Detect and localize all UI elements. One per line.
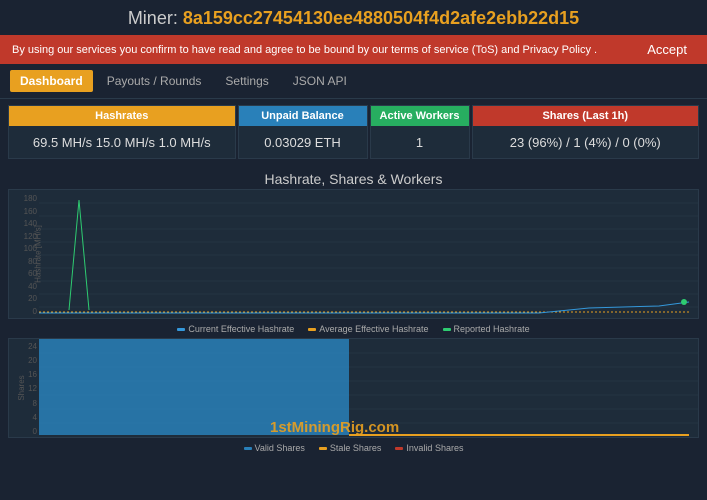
nav-settings[interactable]: Settings	[215, 70, 278, 92]
shares-value: 23 (96%) / 1 (4%) / 0 (0%)	[473, 126, 699, 158]
shares-svg	[39, 339, 698, 439]
hashrates-card: Hashrates 69.5 MH/s 15.0 MH/s 1.0 MH/s	[8, 105, 236, 159]
hashrates-value: 69.5 MH/s 15.0 MH/s 1.0 MH/s	[9, 126, 235, 158]
legend-label-invalid: Invalid Shares	[406, 443, 463, 453]
legend-valid: Valid Shares	[244, 443, 305, 453]
legend-current: Current Effective Hashrate	[177, 324, 294, 334]
hashrate-chart: 180 160 140 120 100 80 60 40 20 0	[8, 189, 699, 319]
legend-dot-current	[177, 328, 185, 331]
legend-label-reported: Reported Hashrate	[454, 324, 530, 334]
legend-average: Average Effective Hashrate	[308, 324, 428, 334]
shares-card: Shares (Last 1h) 23 (96%) / 1 (4%) / 0 (…	[472, 105, 700, 159]
header: Miner: 8a159cc27454130ee4880504f4d2afe2e…	[0, 0, 707, 35]
legend-dot-reported	[443, 328, 451, 331]
y-axis-label-hashrate: Hashrate [MH/s]	[33, 225, 42, 283]
hashrates-label: Hashrates	[9, 106, 235, 126]
nav-json-api[interactable]: JSON API	[283, 70, 357, 92]
legend-label-valid: Valid Shares	[255, 443, 305, 453]
legend-dot-valid	[244, 447, 252, 450]
legend-dot-invalid	[395, 447, 403, 450]
workers-value: 1	[371, 126, 469, 158]
stats-row: Hashrates 69.5 MH/s 15.0 MH/s 1.0 MH/s U…	[0, 99, 707, 165]
legend-invalid: Invalid Shares	[395, 443, 463, 453]
tos-bar: By using our services you confirm to hav…	[0, 35, 707, 64]
workers-card: Active Workers 1	[370, 105, 470, 159]
shares-label: Shares (Last 1h)	[473, 106, 699, 126]
chart1-wrapper: 1stMiningRig.com 180 160 140 120 100 80 …	[0, 189, 707, 319]
nav-dashboard[interactable]: Dashboard	[10, 70, 93, 92]
legend-dot-average	[308, 328, 316, 331]
legend-label-current: Current Effective Hashrate	[188, 324, 294, 334]
hashrate-svg	[39, 190, 698, 320]
unpaid-value: 0.03029 ETH	[239, 126, 367, 158]
miner-hash: 8a159cc27454130ee4880504f4d2afe2ebb22d15	[183, 8, 579, 28]
legend-dot-stale	[319, 447, 327, 450]
unpaid-label: Unpaid Balance	[239, 106, 367, 126]
chart2-wrapper: 24 20 16 12 8 4 0 Shares	[0, 336, 707, 438]
legend-stale: Stale Shares	[319, 443, 382, 453]
legend-label-average: Average Effective Hashrate	[319, 324, 428, 334]
hashrate-legend: Current Effective Hashrate Average Effec…	[0, 322, 707, 336]
chart-title: Hashrate, Shares & Workers	[0, 165, 707, 189]
navbar: Dashboard Payouts / Rounds Settings JSON…	[0, 64, 707, 99]
miner-label: Miner:	[128, 8, 183, 28]
shares-chart: 24 20 16 12 8 4 0 Shares	[8, 338, 699, 438]
unpaid-card: Unpaid Balance 0.03029 ETH	[238, 105, 368, 159]
shares-legend: Valid Shares Stale Shares Invalid Shares	[0, 441, 707, 455]
workers-label: Active Workers	[371, 106, 469, 126]
page-title: Miner: 8a159cc27454130ee4880504f4d2afe2e…	[0, 8, 707, 29]
accept-button[interactable]: Accept	[639, 40, 695, 59]
nav-payouts-rounds[interactable]: Payouts / Rounds	[97, 70, 212, 92]
legend-label-stale: Stale Shares	[330, 443, 382, 453]
y-axis-label-shares: Shares	[17, 375, 26, 400]
legend-reported: Reported Hashrate	[443, 324, 530, 334]
tos-message: By using our services you confirm to hav…	[12, 44, 639, 56]
